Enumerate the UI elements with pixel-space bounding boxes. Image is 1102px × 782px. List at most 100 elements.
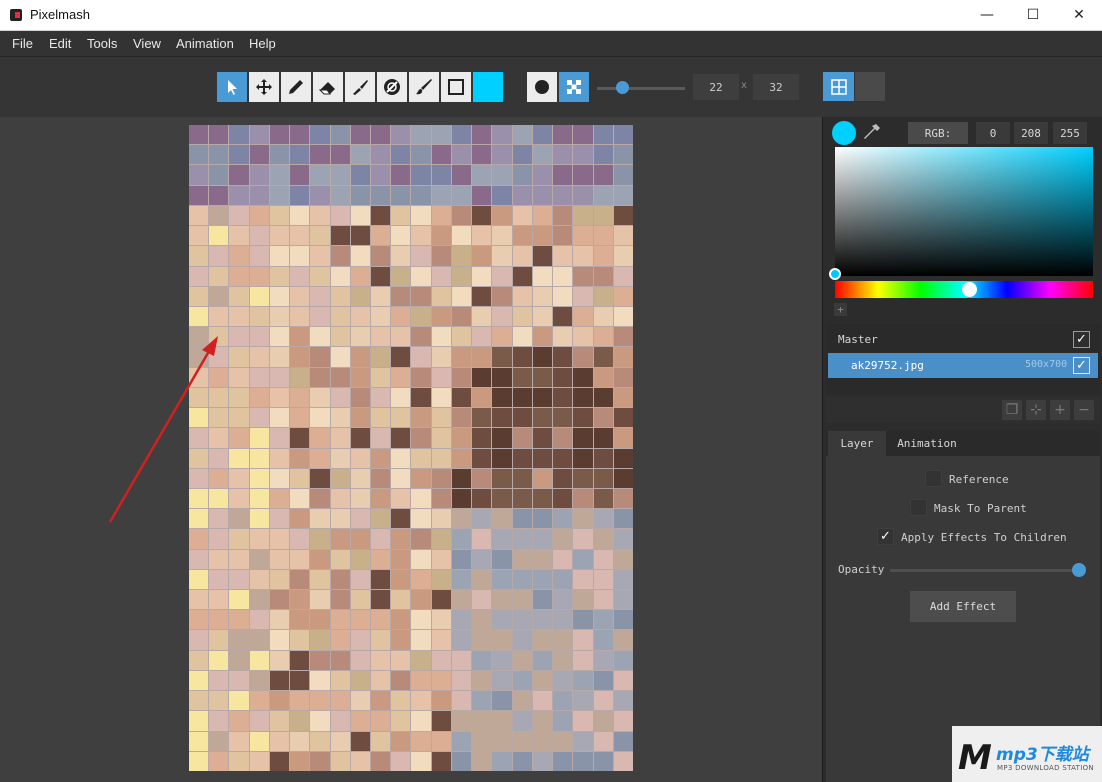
add-swatch-button[interactable]: +: [834, 303, 847, 316]
pixel-cell: [391, 630, 411, 650]
view-toggle-button[interactable]: [855, 72, 885, 101]
grid-toggle-button[interactable]: [823, 72, 854, 101]
eraser-tool-button[interactable]: [313, 72, 343, 102]
master-visibility-checkbox[interactable]: ✓: [1073, 331, 1090, 348]
center-layer-button[interactable]: ⊹: [1026, 400, 1046, 420]
pixel-cell: [512, 731, 532, 751]
pixel-cell: [532, 610, 553, 630]
pixel-cell: [593, 650, 613, 670]
close-button[interactable]: ✕: [1056, 0, 1102, 30]
duplicate-layer-button[interactable]: ❐: [1002, 400, 1022, 420]
pixel-cell: [249, 205, 269, 226]
pixel-cell: [310, 731, 330, 751]
maximize-button[interactable]: ☐: [1010, 0, 1056, 30]
pixel-cell: [431, 569, 451, 590]
menu-animation[interactable]: Animation: [176, 36, 234, 51]
title-bar: Pixelmash — ☐ ✕: [0, 0, 1102, 31]
blue-input[interactable]: 255: [1053, 122, 1087, 144]
sv-picker-cursor[interactable]: [829, 268, 841, 280]
pixel-cell: [330, 468, 350, 488]
pixel-cell: [350, 387, 371, 408]
reference-checkbox[interactable]: [925, 470, 942, 487]
pixel-cell: [431, 286, 451, 306]
pixel-cell: [613, 650, 633, 670]
pixel-cell: [472, 448, 492, 468]
minimize-button[interactable]: —: [964, 0, 1010, 30]
green-input[interactable]: 208: [1014, 122, 1048, 144]
pixel-cell: [249, 165, 269, 185]
pixel-cell: [371, 731, 391, 751]
pixel-cell: [472, 610, 492, 630]
pixel-cell: [573, 327, 593, 347]
pixel-cell: [391, 610, 411, 630]
tab-animation[interactable]: Animation: [890, 431, 964, 456]
fill-tool-button[interactable]: [377, 72, 407, 102]
pixel-cell: [573, 488, 593, 509]
pixel-cell: [209, 731, 229, 751]
pixel-cell: [350, 347, 371, 367]
move-tool-button[interactable]: [249, 72, 279, 102]
saturation-value-picker[interactable]: [835, 147, 1093, 276]
menu-edit[interactable]: Edit: [49, 36, 71, 51]
pixel-cell: [451, 569, 472, 590]
opacity-slider-knob[interactable]: [1072, 563, 1086, 577]
menu-tools[interactable]: Tools: [87, 36, 117, 51]
brush-size-knob[interactable]: [616, 81, 629, 94]
color-mode-label[interactable]: RGB:: [908, 122, 968, 144]
add-effect-button[interactable]: Add Effect: [910, 591, 1016, 622]
pixel-cell: [593, 731, 613, 751]
pixel-cell: [613, 306, 633, 327]
brush-tool-button[interactable]: [345, 72, 375, 102]
pixel-cell: [411, 428, 431, 448]
rectangle-tool-button[interactable]: [441, 72, 471, 102]
menu-view[interactable]: View: [133, 36, 161, 51]
pixel-cell: [472, 590, 492, 610]
pattern-brush-button[interactable]: [559, 72, 589, 102]
pixel-cell: [391, 590, 411, 610]
mask-to-parent-checkbox[interactable]: [910, 499, 927, 516]
remove-layer-button[interactable]: −: [1074, 400, 1094, 420]
primary-color-circle[interactable]: [832, 121, 856, 145]
hue-slider-knob[interactable]: [962, 282, 977, 297]
round-brush-button[interactable]: [527, 72, 557, 102]
pixel-cell: [492, 408, 512, 428]
layer-visibility-checkbox[interactable]: ✓: [1073, 357, 1090, 374]
current-color-swatch[interactable]: [473, 72, 503, 102]
pixel-cell: [573, 367, 593, 387]
menu-help[interactable]: Help: [249, 36, 276, 51]
pixel-cell: [330, 367, 350, 387]
pixel-cell: [209, 630, 229, 650]
pixel-art-canvas[interactable]: [189, 125, 633, 771]
pixel-cell: [451, 731, 472, 751]
pixel-cell: [391, 185, 411, 205]
pixel-cell: [310, 125, 330, 145]
pixel-cell: [229, 731, 249, 751]
pixel-cell: [290, 488, 310, 509]
pixel-cell: [431, 165, 451, 185]
pixel-cell: [269, 549, 290, 569]
red-input[interactable]: 0: [976, 122, 1010, 144]
pixel-cell: [269, 266, 290, 286]
paint-brush-tool-button[interactable]: [409, 72, 439, 102]
pencil-tool-button[interactable]: [281, 72, 311, 102]
select-tool-button[interactable]: [217, 72, 247, 102]
eyedropper-icon[interactable]: [862, 122, 882, 142]
opacity-slider[interactable]: [890, 569, 1080, 572]
pixel-cell: [553, 630, 573, 650]
tab-layer[interactable]: Layer: [828, 431, 886, 456]
pixel-cell: [532, 650, 553, 670]
pixel-cell: [350, 468, 371, 488]
pixel-cell: [249, 569, 269, 590]
apply-effects-checkbox[interactable]: ✓: [877, 528, 894, 545]
grid-width-input[interactable]: 22: [693, 74, 739, 100]
pixel-cell: [209, 226, 229, 246]
menu-file[interactable]: File: [12, 36, 33, 51]
pixel-cell: [209, 569, 229, 590]
grid-height-input[interactable]: 32: [753, 74, 799, 100]
pixel-cell: [512, 691, 532, 711]
pixel-cell: [249, 347, 269, 367]
pixel-cell: [371, 165, 391, 185]
brush-size-slider[interactable]: [597, 87, 685, 90]
pixelmash-logo-icon: [10, 9, 22, 21]
add-layer-button[interactable]: +: [1050, 400, 1070, 420]
